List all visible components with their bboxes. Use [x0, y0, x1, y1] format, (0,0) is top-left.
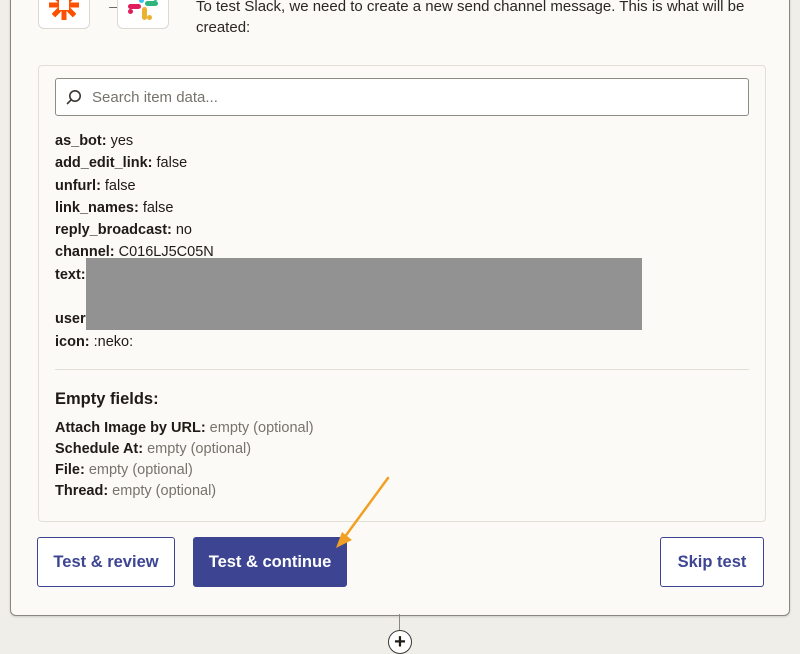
field-row: icon::neko: — [55, 331, 214, 353]
field-row: link_names: false — [55, 197, 214, 219]
plus-icon: + — [394, 631, 406, 653]
field-key: as_bot: — [55, 133, 107, 149]
zapier-app-tile — [38, 0, 90, 29]
field-key: add_edit_link: — [55, 155, 153, 172]
search-box[interactable] — [55, 78, 749, 116]
field-value: empty (optional) — [147, 441, 252, 457]
test-and-continue-button[interactable]: Test & continue — [193, 537, 347, 587]
empty-field-row: Attach Image by URL: empty (optional) — [55, 418, 314, 439]
field-row: add_edit_link: false — [55, 152, 214, 174]
slack-logo-icon — [128, 0, 158, 20]
field-key: Schedule At: — [55, 441, 144, 457]
test-intro-text: To test Slack, we need to create a new s… — [196, 0, 745, 36]
field-value: empty (optional) — [112, 483, 217, 499]
field-row: unfurl: false — [55, 175, 214, 197]
field-key: unfurl: — [55, 177, 101, 194]
search-input[interactable] — [90, 79, 734, 115]
field-key: text: — [55, 266, 86, 283]
zapier-logo-icon — [49, 0, 79, 20]
add-step-button[interactable]: + — [388, 630, 412, 654]
skip-test-button[interactable]: Skip test — [660, 537, 764, 587]
field-row: reply_broadcast: no — [55, 219, 214, 241]
field-key: reply_broadcast: — [55, 222, 172, 239]
slack-app-tile — [117, 0, 169, 29]
field-key: icon: — [55, 333, 90, 350]
field-value: empty (optional) — [88, 462, 193, 478]
empty-field-row: File: empty (optional) — [55, 460, 314, 481]
empty-fields-title: Empty fields: — [55, 390, 159, 408]
redaction-block — [86, 258, 642, 330]
field-key: Attach Image by URL: — [55, 420, 206, 436]
search-icon — [66, 90, 81, 105]
empty-field-list: Attach Image by URL: empty (optional) Sch… — [55, 418, 314, 502]
empty-field-row: Thread: empty (optional) — [55, 481, 314, 502]
field-value: false — [156, 155, 188, 172]
field-value: no — [175, 222, 192, 239]
field-value: :neko: — [93, 333, 134, 350]
field-key: File: — [55, 462, 85, 478]
section-divider — [55, 369, 749, 370]
field-value: yes — [110, 133, 134, 149]
field-value: false — [104, 177, 136, 194]
field-key: Thread: — [55, 483, 109, 499]
field-value: false — [142, 199, 174, 216]
field-value: empty (optional) — [209, 420, 314, 436]
field-key: link_names: — [55, 199, 139, 216]
empty-field-row: Schedule At: empty (optional) — [55, 439, 314, 460]
test-and-review-button[interactable]: Test & review — [37, 537, 175, 587]
field-row: as_bot: yes — [55, 130, 214, 152]
